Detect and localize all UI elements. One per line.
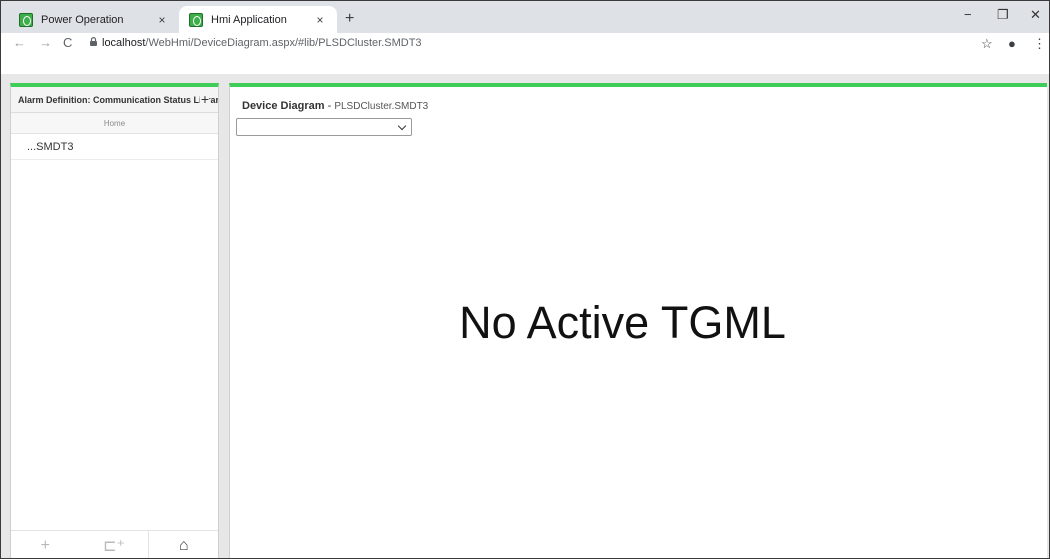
library-footer: + ⊏⁺ ⌂ [11,530,218,558]
breadcrumb-home[interactable]: Home [11,113,218,134]
tab-title: Power Operation [41,13,124,26]
new-tab-button[interactable]: + [345,10,354,28]
browser-window: Power Operation × Hmi Application × + − … [0,0,1050,559]
tab-close-icon[interactable]: × [153,13,171,27]
library-title: Alarm Definition: Communication Status L… [18,95,218,105]
page-title: Device Diagram - PLSDCluster.SMDT3 [242,100,428,112]
tab-strip: Power Operation × Hmi Application × + − … [1,1,1049,33]
blank-bar [1,55,1049,75]
browser-menu-icon[interactable]: ⋮ [1033,36,1046,52]
page-title-main: Device Diagram [242,100,325,112]
add-button[interactable]: + [11,531,80,558]
tab-close-icon[interactable]: × [311,13,329,27]
app-area: Alarm Definition: Communication Status L… [1,75,1049,558]
library-header: Alarm Definition: Communication Status L… [11,87,218,113]
new-folder-icon: ⊏⁺ [103,537,125,555]
tab-power-operation[interactable]: Power Operation × [9,6,179,33]
home-button[interactable]: ⌂ [148,531,218,558]
close-window-button[interactable]: ✕ [1030,7,1041,23]
app-favicon-icon [19,12,33,27]
tab-title: Hmi Application [211,13,287,26]
minimize-button[interactable]: − [964,7,972,22]
page-title-device: PLSDCluster.SMDT3 [334,101,429,112]
title-separator: - [324,100,335,112]
lock-icon [90,37,97,46]
list-item[interactable]: ...SMDT3 [11,134,218,160]
address-bar[interactable]: localhost/WebHmi/DeviceDiagram.aspx/#lib… [102,37,422,49]
maximize-button[interactable]: ❐ [997,7,1009,23]
new-folder-button[interactable]: ⊏⁺ [80,531,149,558]
home-icon: ⌂ [178,536,189,554]
bookmark-star-icon[interactable]: ☆ [981,36,993,52]
reload-icon[interactable]: C [63,35,72,50]
app-favicon-icon [189,12,203,27]
tab-hmi-application[interactable]: Hmi Application × [179,6,337,33]
back-arrow-icon[interactable]: ← [13,35,26,50]
browser-toolbar: ← → C localhost/WebHmi/DeviceDiagram.asp… [1,33,1049,55]
account-icon[interactable]: ● [1008,36,1016,51]
library-panel: Alarm Definition: Communication Status L… [10,83,219,558]
add-icon[interactable]: + [199,91,209,107]
forward-arrow-icon[interactable]: → [39,35,52,50]
empty-state-message: No Active TGML [459,297,786,348]
plus-icon: + [40,536,50,554]
device-diagram-panel: Device Diagram - PLSDCluster.SMDT3 No Ac… [229,83,1047,558]
diagram-select[interactable] [236,118,412,136]
url-host: localhost [102,37,146,49]
url-path: /WebHmi/DeviceDiagram.aspx/#lib/PLSDClus… [145,37,422,49]
